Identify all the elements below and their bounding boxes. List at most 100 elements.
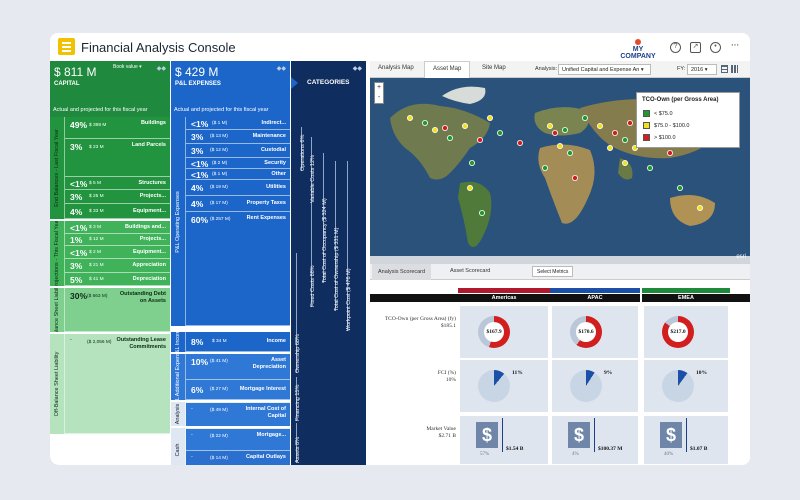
tab-asset-map[interactable]: Asset Map [424, 61, 471, 78]
site-marker[interactable] [541, 165, 548, 172]
pin-icon[interactable]: ◆◆ [353, 65, 362, 72]
site-marker[interactable] [432, 127, 439, 134]
capital-row[interactable]: - ($ 2,056 M) Outstanding Lease Commitment… [65, 334, 170, 434]
zoom-in-button[interactable]: + [375, 83, 383, 93]
section-rows: 10% ($ 41 M) Asset Depreciation 6% ($ 27 M) M… [186, 354, 290, 400]
pin-icon[interactable]: ◆◆ [157, 65, 166, 72]
site-marker[interactable] [422, 120, 429, 127]
zoom-out-button[interactable]: - [375, 93, 383, 103]
site-marker[interactable] [596, 123, 603, 130]
capital-row[interactable]: 3% $ 21 M Appreciation [65, 259, 170, 273]
site-marker[interactable] [566, 150, 573, 157]
metric-value: $185.1 [440, 323, 456, 329]
help-icon[interactable]: ? [670, 42, 681, 53]
pl-row[interactable]: 3% ($ 12 M) Custodial [186, 144, 290, 158]
site-marker[interactable] [407, 115, 414, 122]
site-marker[interactable] [556, 143, 563, 150]
tco-donut[interactable]: $170.6 [570, 316, 602, 348]
tco-donut[interactable]: $167.9 [478, 316, 510, 348]
fci-pie[interactable] [478, 370, 510, 402]
capital-row[interactable]: 3% $ 23 M Land Parcels [65, 139, 170, 177]
site-marker[interactable] [469, 160, 476, 167]
site-marker[interactable] [551, 130, 558, 137]
category-bar[interactable]: Operations 6% [300, 127, 306, 171]
grid-view-icon[interactable] [731, 65, 738, 73]
table-view-icon[interactable] [721, 65, 728, 73]
category-bar[interactable]: Fixed Costs 88% [310, 203, 316, 307]
pl-row[interactable]: 4% ($ 17 M) Property Taxes [186, 196, 290, 212]
capital-row[interactable]: 4% $ 33 M Equipment... [65, 204, 170, 219]
pl-row[interactable]: 8% $ 34 M Income [186, 332, 290, 352]
capital-row[interactable]: 49% $ 398 M Buildings [65, 117, 170, 139]
site-marker[interactable] [447, 135, 454, 142]
section-rows: <1% $ 3 M Buildings and... 1% $ 12 M Projects… [65, 221, 170, 286]
site-marker[interactable] [497, 130, 504, 137]
pl-row[interactable]: - ($ 22 M) Mortgage... [186, 429, 290, 451]
site-marker[interactable] [646, 165, 653, 172]
capital-row[interactable]: <1% $ 3 M Buildings and... [65, 221, 170, 234]
site-marker[interactable] [516, 140, 523, 147]
fci-pie[interactable] [570, 370, 602, 402]
capital-row[interactable]: 1% $ 12 M Projects... [65, 234, 170, 246]
pl-row[interactable]: 6% ($ 27 M) Mortgage Interest [186, 380, 290, 400]
pl-row[interactable]: 10% ($ 41 M) Asset Depreciation [186, 354, 290, 380]
site-marker[interactable] [467, 185, 474, 192]
category-bar[interactable]: Total Cost of Occupancy ($ 324 M) [322, 153, 328, 283]
site-marker[interactable] [561, 127, 568, 134]
analysis-select[interactable]: Unified Capital and Expense An ▾ [558, 64, 651, 75]
share-icon[interactable]: ↗ [690, 42, 701, 53]
asset-map[interactable]: + - TCO-Own (per Gross Area) < $75.0 $75.… [370, 78, 750, 264]
site-marker[interactable] [546, 123, 553, 130]
capital-row[interactable]: <1% $ 5 M Structures [65, 177, 170, 190]
category-bar[interactable]: Financing 15% [295, 377, 301, 421]
categories-title: CATEGORIES [307, 79, 350, 86]
site-marker[interactable] [606, 145, 613, 152]
fci-pie[interactable] [662, 370, 694, 402]
capital-row[interactable]: 3% $ 25 M Projects... [65, 190, 170, 204]
more-options-icon[interactable]: ··· [729, 40, 740, 53]
pl-row[interactable]: <1% ($ 1 M) Indirect... [186, 117, 290, 130]
tab-site-map[interactable]: Site Map [482, 65, 506, 71]
capital-row[interactable]: 30% ($ 663 M) Outstanding Debt on Assets [65, 288, 170, 332]
site-marker[interactable] [571, 175, 578, 182]
site-marker[interactable] [626, 120, 633, 127]
zoom-controls[interactable]: + - [374, 82, 384, 104]
category-bar[interactable]: Total Cost of Ownership ($ 331 M) [334, 161, 340, 311]
site-marker[interactable] [477, 137, 484, 144]
pl-body: P&L Operating Expenses <1% ($ 1 M) Indirect… [171, 117, 290, 465]
site-marker[interactable] [621, 137, 628, 144]
site-marker[interactable] [462, 123, 469, 130]
category-bar[interactable]: Workpoint Cost ($ 476 M) [346, 161, 352, 331]
site-marker[interactable] [621, 160, 628, 167]
capital-row[interactable]: 5% $ 41 M Depreciation [65, 273, 170, 286]
site-marker[interactable] [479, 209, 486, 216]
pl-row[interactable]: - ($ 14 M) Capital Outlays [186, 451, 290, 465]
site-marker[interactable] [581, 115, 588, 122]
category-bar[interactable]: Assets 8% [295, 423, 301, 463]
fy-select[interactable]: 2016 ▾ [687, 64, 717, 75]
category-bar[interactable]: Ownership 68% [295, 253, 301, 373]
tab-analysis-map[interactable]: Analysis Map [378, 65, 414, 71]
site-marker[interactable] [666, 150, 673, 157]
site-marker[interactable] [442, 125, 449, 132]
tab-asset-scorecard[interactable]: Asset Scorecard [450, 268, 490, 274]
user-icon[interactable]: • [710, 42, 721, 53]
tco-donut[interactable]: $217.0 [662, 316, 694, 348]
tab-analysis-scorecard[interactable]: Analysis Scorecard [372, 264, 432, 280]
site-marker[interactable] [696, 205, 703, 212]
pl-row[interactable]: 4% ($ 19 M) Utilities [186, 180, 290, 196]
book-value-dropdown[interactable]: Book value ▾ [113, 64, 142, 70]
site-marker[interactable] [487, 115, 494, 122]
site-marker[interactable] [611, 130, 618, 137]
site-marker[interactable] [676, 185, 683, 192]
category-bar[interactable]: Variable Costs 12% [310, 137, 316, 203]
select-metrics-button[interactable]: Select Metrics [532, 266, 574, 277]
pl-row[interactable]: <1% ($ 2 M) Security [186, 158, 290, 169]
pl-row[interactable]: <1% ($ 1 M) Other [186, 169, 290, 180]
capital-row[interactable]: <1% $ 2 M Equipment... [65, 246, 170, 259]
pl-row[interactable]: 60% ($ 257 M) Rent Expenses [186, 212, 290, 326]
row-percent: 3% [191, 132, 204, 142]
pl-row[interactable]: 3% ($ 13 M) Maintenance [186, 130, 290, 144]
pl-row[interactable]: - ($ 49 M) Internal Cost of Capital [186, 403, 290, 426]
pin-icon[interactable]: ◆◆ [277, 65, 286, 72]
